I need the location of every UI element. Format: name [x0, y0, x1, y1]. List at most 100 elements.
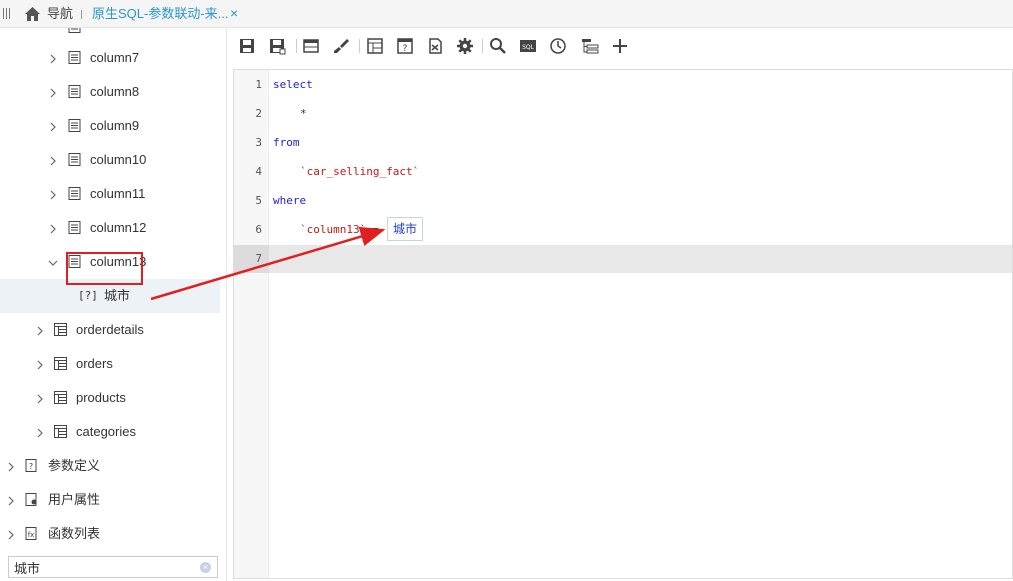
chevron-right-icon[interactable] [48, 222, 58, 234]
column-icon [68, 119, 81, 132]
chevron-right-icon[interactable] [35, 426, 45, 438]
line-number: 5 [255, 194, 262, 207]
data-tree: column7 column8 column9 column10 column11 col… [0, 28, 222, 581]
tree-item-label: 参数定义 [48, 458, 101, 473]
tree-search-input[interactable] [14, 559, 194, 575]
line-number: 7 [255, 252, 262, 265]
chevron-right-icon[interactable] [6, 494, 16, 506]
svg-text:?: ? [29, 462, 33, 471]
brush-icon[interactable] [332, 37, 350, 55]
tab-separator [81, 10, 82, 19]
grip-icon[interactable] [3, 8, 11, 19]
chevron-right-icon[interactable] [35, 358, 45, 370]
sql-table-name: `car_selling_fact` [300, 165, 420, 178]
current-line-highlight [234, 245, 1012, 273]
line-number: 1 [255, 78, 262, 91]
tree-icon[interactable] [581, 37, 599, 55]
chevron-right-icon[interactable] [6, 528, 16, 540]
table-icon [54, 391, 67, 404]
line-number: 4 [255, 165, 262, 178]
chevron-right-icon[interactable] [48, 86, 58, 98]
param-definition-icon: ? [25, 459, 38, 472]
svg-text:SQL: SQL [522, 44, 535, 51]
chevron-right-icon[interactable] [6, 460, 16, 472]
tree-item-label: categories [76, 424, 136, 439]
table-icon[interactable] [302, 37, 320, 55]
tree-section-1[interactable]: ? 参数定义 [0, 449, 220, 483]
column-icon [68, 85, 81, 98]
tree-item-label: products [76, 390, 126, 405]
tree-item-label: column11 [90, 186, 146, 201]
tree-section-3[interactable]: fx 函数列表 [0, 517, 220, 551]
tree-item-label: column9 [90, 118, 140, 133]
tree-item-column[interactable]: column10 [0, 143, 220, 177]
tree-item-label: column8 [90, 84, 140, 99]
save-as-icon[interactable] [268, 37, 286, 55]
svg-text:?: ? [403, 44, 408, 54]
panel-divider[interactable] [226, 28, 227, 581]
sql-keyword-select: select [273, 78, 313, 91]
sql-asterisk: * [300, 107, 307, 120]
gear-icon[interactable] [456, 37, 474, 55]
export-icon[interactable] [426, 37, 444, 55]
tab-navigation[interactable]: 导航 [47, 6, 73, 22]
editor-toolbar: ? SQL [234, 33, 634, 59]
tree-item-label: orders [76, 356, 113, 371]
line-number: 3 [255, 136, 262, 149]
sql-operator: = [372, 223, 379, 236]
line-number: 2 [255, 107, 262, 120]
clear-search-icon[interactable]: × [200, 562, 211, 573]
parameter-highlight-box [66, 252, 143, 285]
column-icon [68, 153, 81, 166]
help-icon[interactable]: ? [396, 37, 414, 55]
column-icon [68, 187, 81, 200]
function-list-icon: fx [25, 527, 38, 540]
sql-column-name: `column13` [300, 223, 367, 236]
plus-icon[interactable] [611, 37, 629, 55]
clock-icon[interactable] [549, 37, 567, 55]
tree-item-table[interactable]: orderdetails [0, 313, 220, 347]
sql-editor[interactable]: 1 2 3 4 5 6 7 select * from `car_selling… [233, 69, 1013, 579]
sql-keyword-from: from [273, 136, 300, 149]
home-icon[interactable] [24, 6, 41, 22]
tree-item-table[interactable]: products [0, 381, 220, 415]
column-icon [68, 51, 81, 64]
save-icon[interactable] [238, 37, 256, 55]
search-icon[interactable] [489, 37, 507, 55]
parameter-chip[interactable]: 城市 [387, 217, 423, 241]
chevron-right-icon[interactable] [48, 188, 58, 200]
tree-item-label: column12 [90, 220, 147, 235]
user-attribute-icon [25, 493, 38, 506]
chevron-down-icon[interactable] [48, 256, 58, 266]
table-icon [54, 357, 67, 370]
tree-search-box: × [8, 556, 218, 578]
chevron-right-icon[interactable] [35, 392, 45, 404]
table-icon [54, 425, 67, 438]
grid-icon[interactable] [366, 37, 384, 55]
tree-item-column[interactable]: column12 [0, 211, 220, 245]
line-number: 6 [255, 223, 262, 236]
tree-item-label: 用户属性 [48, 492, 101, 507]
tree-item-label: 城市 [104, 288, 131, 303]
chevron-right-icon[interactable] [35, 324, 45, 336]
tree-section-2[interactable]: 用户属性 [0, 483, 220, 517]
sql-icon[interactable]: SQL [519, 37, 537, 55]
tree-item-label: column10 [90, 152, 147, 167]
table-icon [54, 323, 67, 336]
column-icon [68, 28, 81, 33]
toolbar-separator [359, 39, 360, 53]
chevron-right-icon[interactable] [48, 154, 58, 166]
tree-item-label: 函数列表 [48, 526, 101, 541]
chevron-right-icon[interactable] [48, 120, 58, 132]
tab-bar: 导航 原生SQL-参数联动-来... × [0, 0, 1013, 28]
tree-item-column[interactable]: column7 [0, 41, 220, 75]
tree-item-table[interactable]: orders [0, 347, 220, 381]
tree-item-column[interactable]: column9 [0, 109, 220, 143]
close-tab-button[interactable]: × [230, 5, 238, 21]
tree-item-column[interactable]: column11 [0, 177, 220, 211]
tree-item-column[interactable]: column8 [0, 75, 220, 109]
tab-active-report[interactable]: 原生SQL-参数联动-来... [92, 6, 229, 22]
tree-item-partial [0, 28, 220, 34]
chevron-right-icon[interactable] [48, 52, 58, 64]
tree-item-table[interactable]: categories [0, 415, 220, 449]
